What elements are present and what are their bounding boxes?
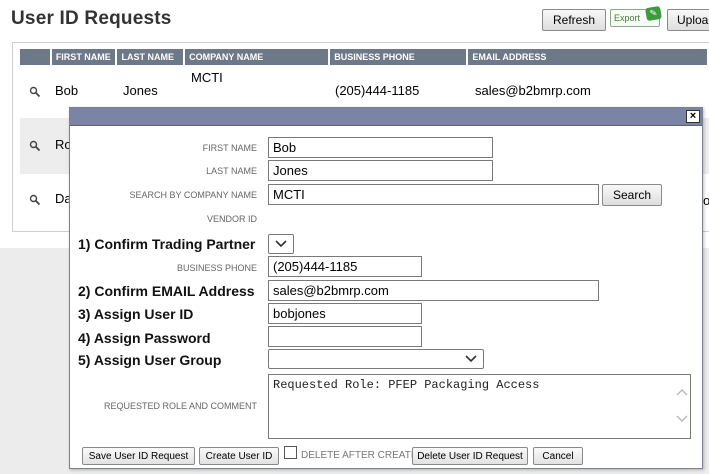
- search-button[interactable]: Search: [602, 184, 662, 206]
- password-field[interactable]: [268, 326, 422, 347]
- column-header-company-name[interactable]: COMPANY NAME: [185, 49, 329, 65]
- page-title: User ID Requests: [11, 8, 172, 29]
- delete-after-create-label: DELETE AFTER CREATE: [301, 450, 418, 461]
- role-comment-textarea[interactable]: Requested Role: PFEP Packaging Access: [268, 374, 691, 439]
- first-name-label: FIRST NAME: [202, 143, 257, 153]
- search-company-label: SEARCH BY COMPANY NAME: [129, 190, 257, 200]
- role-comment-label: REQUESTED ROLE AND COMMENT: [103, 401, 257, 411]
- assign-user-group-label: 5) Assign User Group: [78, 352, 222, 368]
- delete-user-id-request-button[interactable]: Delete User ID Request: [412, 447, 528, 465]
- search-icon[interactable]: [29, 86, 41, 98]
- header-spacer: [20, 49, 50, 65]
- vendor-id-label: VENDOR ID: [206, 214, 257, 224]
- cell-email: sales@b2bmrp.com: [475, 83, 591, 98]
- first-name-field[interactable]: [268, 137, 493, 158]
- user-id-field[interactable]: [268, 303, 422, 324]
- last-name-field[interactable]: [268, 160, 493, 181]
- search-icon[interactable]: [29, 194, 41, 206]
- create-user-id-button[interactable]: Create User ID: [199, 447, 279, 465]
- assign-password-label: 4) Assign Password: [78, 330, 211, 346]
- column-header-email-address[interactable]: EMAIL ADDRESS: [468, 49, 707, 65]
- chevron-down-icon: [275, 240, 287, 248]
- upload-button[interactable]: Uploa: [667, 9, 709, 31]
- cell-business-phone: (205)444-1185: [335, 83, 420, 98]
- assign-user-id-label: 3) Assign User ID: [78, 306, 194, 322]
- textarea-scrollbar[interactable]: [675, 376, 689, 436]
- column-header-first-name[interactable]: FIRST NAME: [51, 49, 116, 65]
- company-search-input[interactable]: [268, 184, 599, 205]
- last-name-label: LAST NAME: [206, 166, 257, 176]
- grid-header: FIRST NAME LAST NAME COMPANY NAME BUSINE…: [20, 49, 709, 65]
- delete-after-create-checkbox[interactable]: [284, 446, 297, 459]
- cancel-button[interactable]: Cancel: [533, 447, 583, 465]
- column-header-business-phone[interactable]: BUSINESS PHONE: [330, 49, 467, 65]
- cell-trailing-text: o: [703, 193, 709, 208]
- business-phone-field[interactable]: [268, 256, 422, 277]
- column-header-last-name[interactable]: LAST NAME: [117, 49, 184, 65]
- trading-partner-select[interactable]: [268, 234, 294, 254]
- user-id-request-dialog: × FIRST NAME LAST NAME SEARCH BY COMPANY…: [69, 107, 703, 469]
- search-icon[interactable]: [29, 140, 41, 152]
- email-field[interactable]: [268, 280, 599, 301]
- cell-company-name: MCTI: [191, 70, 223, 85]
- export-button[interactable]: Export ✎: [610, 5, 663, 27]
- chevron-down-icon: [465, 355, 477, 363]
- cell-last-name: Jones: [123, 83, 158, 98]
- cell-first-name: Bob: [55, 83, 79, 98]
- close-icon[interactable]: ×: [686, 110, 700, 123]
- business-phone-label: BUSINESS PHONE: [176, 263, 257, 273]
- confirm-trading-partner-label: 1) Confirm Trading Partner: [78, 236, 256, 252]
- confirm-email-label: 2) Confirm EMAIL Address: [78, 283, 255, 299]
- user-group-select[interactable]: [268, 349, 484, 369]
- save-user-id-request-button[interactable]: Save User ID Request: [82, 447, 195, 465]
- refresh-button[interactable]: Refresh: [542, 9, 606, 31]
- export-label: Export: [614, 13, 641, 23]
- dialog-titlebar[interactable]: [70, 108, 702, 126]
- export-icon: ✎: [644, 5, 663, 22]
